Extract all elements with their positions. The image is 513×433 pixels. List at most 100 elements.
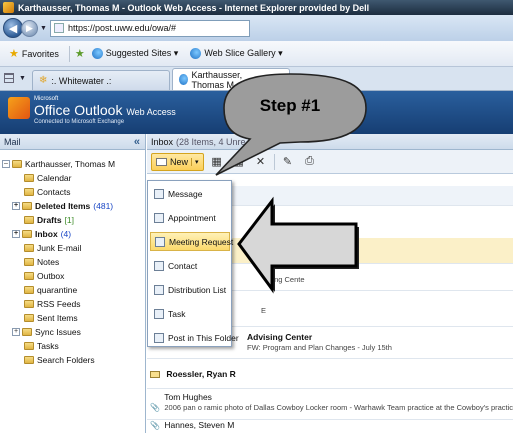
message-sender: Tom Hughes xyxy=(164,392,212,402)
expand-icon[interactable]: + xyxy=(12,202,20,210)
address-row: ◀ ▶ ▼ https://post.uww.edu/owa/# xyxy=(0,15,513,41)
menu-item-meeting-request[interactable]: Meeting Request xyxy=(150,232,233,251)
folder-label: Notes xyxy=(37,257,60,267)
search-folders-icon xyxy=(24,356,34,364)
folder-outbox[interactable]: Outbox xyxy=(24,270,64,282)
ie-icon xyxy=(91,48,103,59)
categorize-icon[interactable]: ✎ xyxy=(279,153,297,171)
menu-item-message[interactable]: Message xyxy=(150,184,230,203)
new-message-icon xyxy=(156,157,167,166)
mail-nav-title: Mail xyxy=(4,136,21,147)
new-dropdown-icon[interactable]: ▾ xyxy=(191,157,199,166)
folder-label: Search Folders xyxy=(37,355,95,365)
message-sender: Hannes, Steven M xyxy=(164,420,235,430)
tab-outlook[interactable]: Karthausser, Thomas M... ✕ xyxy=(172,68,290,90)
favorites-button[interactable]: ★ Favorites xyxy=(4,45,64,63)
back-button[interactable]: ◀ xyxy=(3,18,23,38)
menu-item-appointment[interactable]: Appointment xyxy=(150,208,230,227)
menu-item-task[interactable]: Task xyxy=(150,304,230,323)
tab-label: Karthausser, Thomas M... xyxy=(191,69,243,90)
folder-sync-issues[interactable]: + Sync Issues xyxy=(12,326,81,338)
expand-icon[interactable]: + xyxy=(12,230,20,238)
rss-feeds-icon xyxy=(24,300,34,308)
meeting-request-icon xyxy=(155,236,165,247)
folder-label: Inbox xyxy=(35,229,58,239)
web-slice-gallery-label: Web Slice Gallery ▾ xyxy=(204,48,283,58)
folder-notes[interactable]: Notes xyxy=(24,256,59,268)
task-icon xyxy=(154,308,164,319)
quick-tabs[interactable]: ▼ xyxy=(4,68,32,88)
folder-label: quarantine xyxy=(37,285,78,295)
folder-drafts[interactable]: Drafts [1] xyxy=(24,214,74,226)
folder-contacts[interactable]: Contacts xyxy=(24,186,71,198)
tab-list-dropdown-icon[interactable]: ▼ xyxy=(19,75,26,82)
print-icon[interactable]: ⎙ xyxy=(301,153,319,171)
folder-label: Tasks xyxy=(37,341,59,351)
menu-item-post-in-folder[interactable]: Post in This Folder xyxy=(150,328,239,347)
tab-whitewater[interactable]: ❄ :. Whitewater .: xyxy=(32,70,170,90)
contact-icon xyxy=(154,260,164,271)
suggested-sites-label: Suggested Sites ▾ xyxy=(105,48,179,58)
folder-junk-email[interactable]: Junk E-mail xyxy=(24,242,81,254)
message-icon xyxy=(154,188,164,199)
suggested-sites-button[interactable]: Suggested Sites ▾ xyxy=(87,45,184,63)
delete-icon[interactable]: ✕ xyxy=(252,153,270,171)
whitewater-favicon: ❄ xyxy=(39,75,48,86)
folder-icon xyxy=(24,286,34,294)
history-dropdown-icon[interactable]: ▼ xyxy=(40,25,47,32)
menu-item-distribution-list[interactable]: Distribution List xyxy=(150,280,230,299)
expand-icon[interactable]: + xyxy=(12,328,20,336)
folder-label: Karthausser, Thomas M xyxy=(25,159,116,169)
window-titlebar: Karthausser, Thomas M - Outlook Web Acce… xyxy=(0,0,513,15)
owa-brand: Office Outlook Web Access xyxy=(34,102,176,118)
folder-inbox[interactable]: + Inbox (4) xyxy=(12,228,71,240)
forward-button[interactable]: ▶ xyxy=(21,19,38,37)
close-tab-icon[interactable]: ✕ xyxy=(275,74,283,85)
favorites-label: Favorites xyxy=(21,48,59,59)
message-sender: Advising Center xyxy=(247,332,313,342)
step-label: Step #1 xyxy=(259,96,321,115)
message-row[interactable]: 📎 Hannes, Steven M xyxy=(147,420,513,433)
message-row[interactable]: Roessler, Ryan R xyxy=(147,359,513,389)
flag-icon[interactable]: ▦ xyxy=(230,153,248,171)
menu-item-label: Post in This Folder xyxy=(168,332,239,343)
folder-rss-feeds[interactable]: RSS Feeds xyxy=(24,298,80,310)
web-slice-gallery-button[interactable]: Web Slice Gallery ▾ xyxy=(185,45,287,63)
menu-item-label: Task xyxy=(168,308,186,319)
folder-calendar[interactable]: Calendar xyxy=(24,172,72,184)
folder-label: Sync Issues xyxy=(35,327,81,337)
move-icon[interactable]: ▦ xyxy=(208,153,226,171)
collapse-nav-icon[interactable]: « xyxy=(134,136,140,148)
menu-item-label: Contact xyxy=(168,260,198,271)
folder-quarantine[interactable]: quarantine xyxy=(24,284,77,296)
calendar-icon xyxy=(24,174,34,182)
attachment-icon: 📎 xyxy=(150,421,160,430)
owa-brand-suffix: Web Access xyxy=(126,107,176,117)
mail-navigation: Mail « – Karthausser, Thomas M Calendar … xyxy=(0,134,146,433)
message-subject: ising Cente xyxy=(267,275,305,284)
tasks-icon xyxy=(24,342,34,350)
folder-search-folders[interactable]: Search Folders xyxy=(24,354,95,366)
add-favorite-icon[interactable]: ★ xyxy=(75,47,85,60)
owa-connected-text: Connected to Microsoft Exchange xyxy=(34,119,125,125)
new-item-menu: Message Appointment Meeting Request Cont… xyxy=(147,180,239,347)
folder-sent-items[interactable]: Sent Items xyxy=(24,312,78,324)
folder-tasks[interactable]: Tasks xyxy=(24,340,59,352)
office-logo-icon xyxy=(8,97,30,119)
folder-label: Calendar xyxy=(37,173,72,183)
folder-mailbox[interactable]: – Karthausser, Thomas M xyxy=(2,158,115,170)
new-button[interactable]: New ▾ xyxy=(151,152,204,171)
folder-deleted-items[interactable]: + Deleted Items (481) xyxy=(12,200,113,212)
deleted-items-icon xyxy=(22,202,32,210)
outlook-app-icon xyxy=(3,2,14,13)
collapse-icon[interactable]: – xyxy=(2,160,10,168)
menu-item-label: Appointment xyxy=(168,212,216,223)
address-bar[interactable]: https://post.uww.edu/owa/# xyxy=(49,19,250,37)
inbox-header: Inbox (28 Items, 4 Unre xyxy=(147,134,513,150)
toolbar-separator xyxy=(273,153,275,170)
mail-nav-header: Mail « xyxy=(0,134,145,150)
message-row[interactable]: Tom Hughes 📎 2006 pan o ramic photo of D… xyxy=(147,389,513,420)
tab-bar: ▼ ❄ :. Whitewater .: Karthausser, Thomas… xyxy=(0,67,513,91)
menu-item-contact[interactable]: Contact xyxy=(150,256,230,275)
inbox-icon xyxy=(22,230,32,238)
